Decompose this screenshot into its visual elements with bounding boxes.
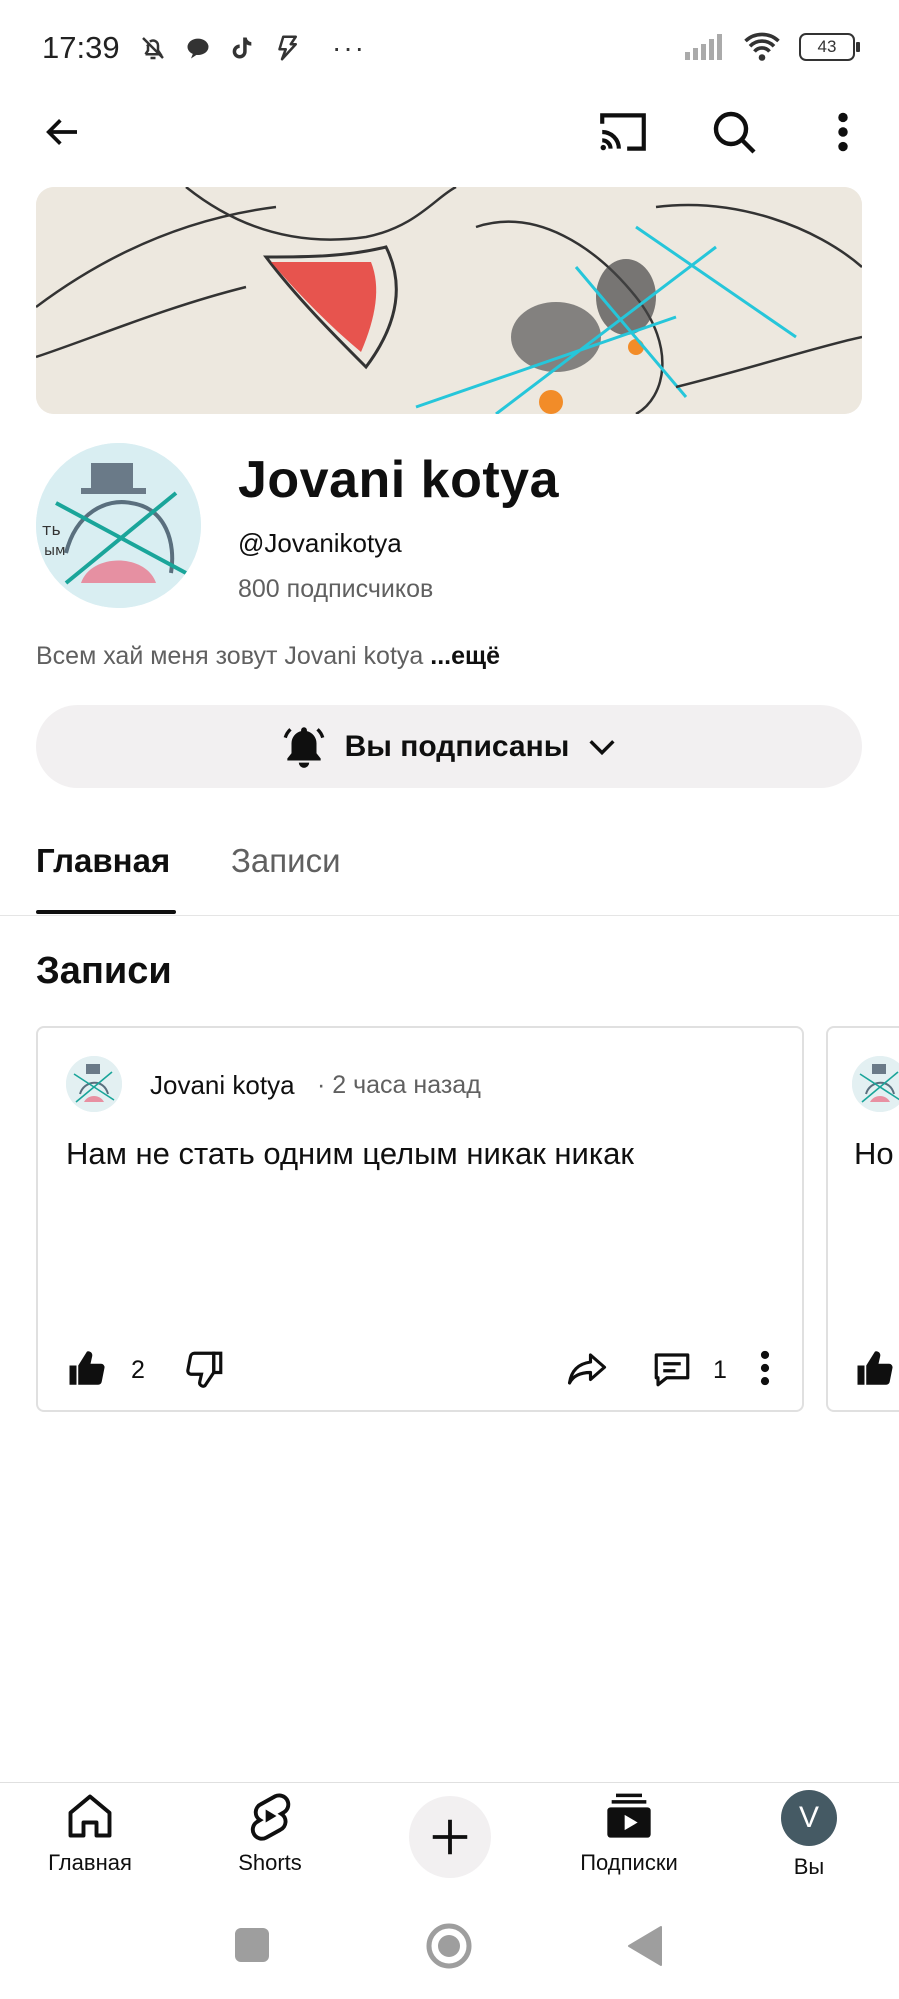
arrow-left-icon bbox=[39, 112, 85, 152]
post-text: Нам не стать одним целым никак никак bbox=[66, 1136, 634, 1171]
share-arrow-icon bbox=[565, 1348, 609, 1390]
bottom-nav-divider bbox=[0, 1782, 899, 1783]
nav-shorts-label: Shorts bbox=[238, 1850, 302, 1875]
shorts-icon bbox=[244, 1790, 296, 1842]
back-button[interactable] bbox=[32, 102, 92, 162]
bell-off-icon bbox=[138, 33, 168, 63]
post-card-next[interactable]: Но bbox=[826, 1026, 899, 1412]
signal-icon bbox=[683, 34, 725, 60]
recents-button[interactable] bbox=[235, 1928, 269, 1962]
status-system-icons: 43 bbox=[683, 32, 860, 62]
like-button[interactable] bbox=[66, 1348, 108, 1390]
tab-posts[interactable]: Записи bbox=[231, 842, 341, 880]
plus-icon bbox=[427, 1814, 473, 1860]
post-menu-button[interactable] bbox=[760, 1350, 770, 1386]
post-author-avatar[interactable] bbox=[852, 1056, 899, 1112]
nav-you[interactable]: V Вы bbox=[734, 1790, 884, 1880]
cast-button[interactable] bbox=[593, 102, 653, 162]
battery-indicator: 43 bbox=[799, 33, 860, 61]
home-icon bbox=[64, 1790, 116, 1842]
bell-filled-icon bbox=[279, 722, 329, 772]
circle-home-icon bbox=[425, 1922, 473, 1970]
channel-name: Jovani kotya bbox=[238, 451, 560, 509]
like-button[interactable] bbox=[854, 1348, 896, 1390]
back-system-button[interactable] bbox=[627, 1925, 663, 1967]
comment-count: 1 bbox=[713, 1356, 727, 1384]
thumb-up-filled-icon bbox=[854, 1348, 896, 1390]
subscriptions-icon bbox=[603, 1790, 655, 1842]
nav-you-label: Вы bbox=[793, 1854, 825, 1879]
active-tab-indicator bbox=[36, 910, 176, 914]
section-title-posts: Записи bbox=[36, 950, 172, 992]
comment-icon bbox=[650, 1348, 694, 1390]
nav-shorts[interactable]: Shorts bbox=[195, 1790, 345, 1876]
subscribed-label: Вы подписаны bbox=[344, 729, 570, 763]
description-text: Всем хай меня зовут Jovani kotya bbox=[36, 642, 424, 670]
thumb-down-icon bbox=[184, 1348, 226, 1390]
flash-icon bbox=[272, 33, 302, 63]
more-notifications-icon: ··· bbox=[332, 32, 366, 63]
tab-home[interactable]: Главная bbox=[36, 842, 170, 880]
nav-home[interactable]: Главная bbox=[15, 1790, 165, 1876]
status-notification-icons: ··· bbox=[138, 32, 366, 64]
channel-handle: @Jovanikotya bbox=[238, 528, 402, 558]
share-button[interactable] bbox=[565, 1348, 609, 1390]
channel-banner bbox=[36, 187, 862, 414]
chat-bubble-icon bbox=[184, 34, 212, 62]
more-options-button[interactable] bbox=[813, 102, 873, 162]
cast-icon bbox=[596, 109, 650, 155]
svg-text:ть: ть bbox=[42, 520, 61, 539]
nav-subscriptions-label: Подписки bbox=[580, 1850, 678, 1875]
tabs-divider bbox=[0, 915, 899, 916]
subscribed-button[interactable]: Вы подписаны bbox=[36, 705, 862, 788]
tiktok-icon bbox=[228, 34, 256, 62]
post-timestamp: · 2 часа назад bbox=[317, 1071, 481, 1099]
status-time: 17:39 bbox=[42, 30, 120, 65]
channel-description[interactable]: Всем хай меня зовут Jovani kotya ...ещё bbox=[36, 642, 500, 671]
wifi-icon bbox=[743, 32, 781, 62]
post-author-name[interactable]: Jovani kotya bbox=[150, 1070, 295, 1101]
post-card[interactable]: Jovani kotya · 2 часа назад Нам не стать… bbox=[36, 1026, 804, 1412]
nav-home-label: Главная bbox=[48, 1850, 132, 1875]
svg-text:ым: ым bbox=[44, 543, 66, 559]
user-avatar: V bbox=[781, 1790, 837, 1846]
comments-button[interactable] bbox=[650, 1348, 694, 1390]
dislike-button[interactable] bbox=[184, 1348, 226, 1390]
like-count: 2 bbox=[131, 1356, 145, 1384]
more-vert-icon bbox=[837, 112, 849, 152]
channel-avatar[interactable]: ть ым bbox=[36, 443, 201, 608]
more-vert-icon bbox=[760, 1350, 770, 1386]
search-icon bbox=[710, 108, 758, 156]
nav-subscriptions[interactable]: Подписки bbox=[554, 1790, 704, 1876]
chevron-down-icon bbox=[585, 730, 619, 764]
search-button[interactable] bbox=[704, 102, 764, 162]
create-button[interactable] bbox=[409, 1796, 491, 1878]
home-system-button[interactable] bbox=[425, 1922, 473, 1970]
description-more-link[interactable]: ...ещё bbox=[430, 642, 500, 670]
thumb-up-filled-icon bbox=[66, 1348, 108, 1390]
subscriber-count: 800 подписчиков bbox=[238, 575, 434, 603]
post-author-avatar[interactable] bbox=[66, 1056, 122, 1112]
post-text: Но bbox=[854, 1136, 894, 1171]
triangle-back-icon bbox=[627, 1925, 663, 1967]
